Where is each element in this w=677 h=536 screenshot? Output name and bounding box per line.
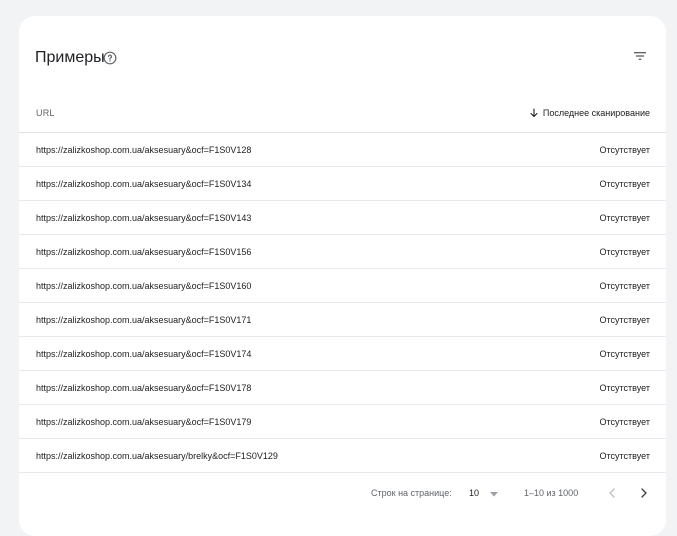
row-status: Отсутствует [599, 145, 650, 155]
chevron-right-icon[interactable] [636, 485, 652, 501]
table-row[interactable]: https://zalizkoshop.com.ua/aksesuary&ocf… [19, 337, 666, 371]
row-status: Отсутствует [599, 451, 650, 461]
row-url: https://zalizkoshop.com.ua/aksesuary&ocf… [36, 315, 252, 325]
row-url: https://zalizkoshop.com.ua/aksesuary&ocf… [36, 247, 252, 257]
row-status: Отсутствует [599, 281, 650, 291]
row-url: https://zalizkoshop.com.ua/aksesuary&ocf… [36, 145, 252, 155]
chevron-left-icon[interactable] [604, 485, 620, 501]
row-url: https://zalizkoshop.com.ua/aksesuary&ocf… [36, 417, 252, 427]
table-row[interactable]: https://zalizkoshop.com.ua/aksesuary&ocf… [19, 269, 666, 303]
row-url: https://zalizkoshop.com.ua/aksesuary&ocf… [36, 349, 252, 359]
rows-per-page-value: 10 [469, 488, 480, 498]
arrow-down-icon [530, 108, 538, 118]
row-status: Отсутствует [599, 179, 650, 189]
table-body: https://zalizkoshop.com.ua/aksesuary&ocf… [19, 133, 666, 473]
row-url: https://zalizkoshop.com.ua/aksesuary&ocf… [36, 179, 252, 189]
table-row[interactable]: https://zalizkoshop.com.ua/aksesuary&ocf… [19, 167, 666, 201]
card-title: Примеры [35, 49, 105, 66]
row-status: Отсутствует [599, 349, 650, 359]
table-row[interactable]: https://zalizkoshop.com.ua/aksesuary&ocf… [19, 371, 666, 405]
row-status: Отсутствует [599, 417, 650, 427]
row-url: https://zalizkoshop.com.ua/aksesuary&ocf… [36, 213, 252, 223]
row-url: https://zalizkoshop.com.ua/aksesuary&ocf… [36, 281, 252, 291]
card-header: Примеры [19, 16, 666, 96]
pagination-bar: Строк на странице: 10 1–10 из 1000 [19, 477, 666, 511]
table-row[interactable]: https://zalizkoshop.com.ua/aksesuary&ocf… [19, 201, 666, 235]
row-url: https://zalizkoshop.com.ua/aksesuary/bre… [36, 451, 278, 461]
examples-card: Примеры URL Последнее сканирование https… [19, 16, 666, 536]
row-status: Отсутствует [599, 213, 650, 223]
row-status: Отсутствует [599, 247, 650, 257]
row-url: https://zalizkoshop.com.ua/aksesuary&ocf… [36, 383, 252, 393]
column-header-last-crawl-label: Последнее сканирование [542, 108, 650, 118]
help-circle-icon[interactable] [103, 51, 117, 65]
table-row[interactable]: https://zalizkoshop.com.ua/aksesuary&ocf… [19, 235, 666, 269]
rows-per-page-select[interactable]: 10 [467, 485, 503, 503]
table-row[interactable]: https://zalizkoshop.com.ua/aksesuary/bre… [19, 439, 666, 473]
column-header-url: URL [36, 108, 55, 118]
table-header: URL Последнее сканирование [19, 96, 666, 133]
pagination-range: 1–10 из 1000 [524, 488, 579, 498]
rows-per-page-label: Строк на странице: [371, 488, 452, 498]
table-row[interactable]: https://zalizkoshop.com.ua/aksesuary&ocf… [19, 303, 666, 337]
row-status: Отсутствует [599, 315, 650, 325]
caret-down-icon [490, 492, 498, 497]
row-status: Отсутствует [599, 383, 650, 393]
table-row[interactable]: https://zalizkoshop.com.ua/aksesuary&ocf… [19, 133, 666, 167]
table-row[interactable]: https://zalizkoshop.com.ua/aksesuary&ocf… [19, 405, 666, 439]
column-header-last-crawl[interactable]: Последнее сканирование [528, 107, 650, 119]
filter-list-icon[interactable] [632, 48, 648, 64]
